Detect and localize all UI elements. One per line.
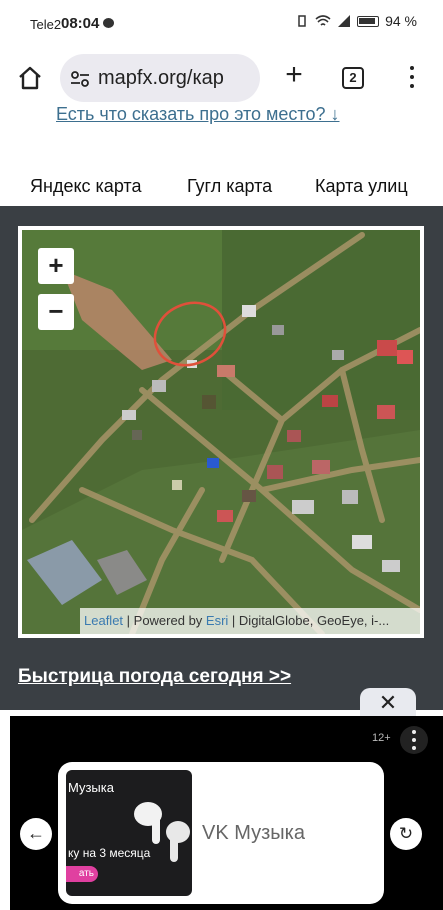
- site-settings-icon[interactable]: [70, 70, 90, 88]
- wifi-icon: [315, 15, 331, 26]
- message-notification-icon: [103, 18, 114, 28]
- new-tab-icon[interactable]: +: [280, 58, 308, 92]
- ad-banner[interactable]: 12+ Музыка ку на 3 месяца ать VK Музыка …: [0, 716, 443, 910]
- carrier-label: Tele2: [30, 17, 62, 32]
- ad-left-edge: [0, 716, 10, 910]
- screen: Tele2 08:04 94 % mapfx.org/кар + 2 Есть …: [0, 0, 443, 910]
- home-button[interactable]: [14, 62, 46, 94]
- signal-icon: [338, 15, 351, 27]
- clock: 08:04: [61, 15, 100, 32]
- tab-street-map[interactable]: Карта улиц: [315, 176, 408, 197]
- ad-menu-icon[interactable]: [400, 726, 428, 754]
- tab-switcher-button[interactable]: 2: [342, 67, 364, 89]
- ad-image-subtitle: ку на 3 месяца: [68, 846, 151, 860]
- ad-image: Музыка ку на 3 месяца ать: [66, 770, 192, 896]
- esri-link[interactable]: Esri: [206, 613, 228, 628]
- age-rating: 12+: [372, 732, 391, 744]
- tab-google-map[interactable]: Гугл карта: [187, 176, 272, 197]
- leaflet-link[interactable]: Leaflet: [84, 613, 123, 628]
- satellite-map[interactable]: + − Leaflet | Powered by Esri | DigitalG…: [22, 230, 420, 634]
- satellite-imagery: [22, 230, 420, 634]
- ad-card[interactable]: Музыка ку на 3 месяца ать VK Музыка: [58, 762, 384, 904]
- address-bar[interactable]: mapfx.org/кар: [60, 54, 260, 102]
- close-icon: ✕: [378, 690, 398, 715]
- status-bar: Tele2 08:04 94 %: [0, 0, 443, 50]
- ad-brand-name: VK Музыка: [202, 822, 305, 844]
- attribution-text: | Powered by: [123, 613, 206, 628]
- weather-link[interactable]: Быстрица погода сегодня >>: [18, 666, 291, 688]
- battery-icon: [357, 15, 380, 27]
- status-icons: 94 %: [295, 13, 417, 29]
- home-icon: [19, 66, 41, 90]
- vibrate-icon: [298, 15, 306, 27]
- tab-yandex-map[interactable]: Яндекс карта: [30, 176, 141, 197]
- comment-link[interactable]: Есть что сказать про это место? ↓: [56, 104, 340, 125]
- ad-image-cta: ать: [66, 866, 98, 882]
- battery-percent: 94 %: [385, 13, 417, 29]
- map-frame: + − Leaflet | Powered by Esri | DigitalG…: [18, 226, 424, 638]
- reload-icon[interactable]: ↻: [390, 818, 422, 850]
- url-text: mapfx.org/кар: [98, 67, 224, 89]
- overflow-menu-icon[interactable]: [409, 66, 415, 90]
- attribution-providers: | DigitalGlobe, GeoEye, i-...: [228, 613, 390, 628]
- zoom-out-button[interactable]: −: [38, 294, 74, 330]
- back-arrow-icon[interactable]: ←: [20, 818, 52, 850]
- map-attribution: Leaflet | Powered by Esri | DigitalGlobe…: [80, 608, 420, 634]
- map-section: + − Leaflet | Powered by Esri | DigitalG…: [0, 206, 443, 710]
- map-type-tabs: Яндекс карта Гугл карта Карта улиц: [0, 176, 443, 204]
- ad-image-title: Музыка: [68, 780, 114, 795]
- browser-toolbar: mapfx.org/кар + 2: [0, 50, 443, 108]
- zoom-in-button[interactable]: +: [38, 248, 74, 284]
- ad-close-button[interactable]: ✕: [360, 688, 416, 718]
